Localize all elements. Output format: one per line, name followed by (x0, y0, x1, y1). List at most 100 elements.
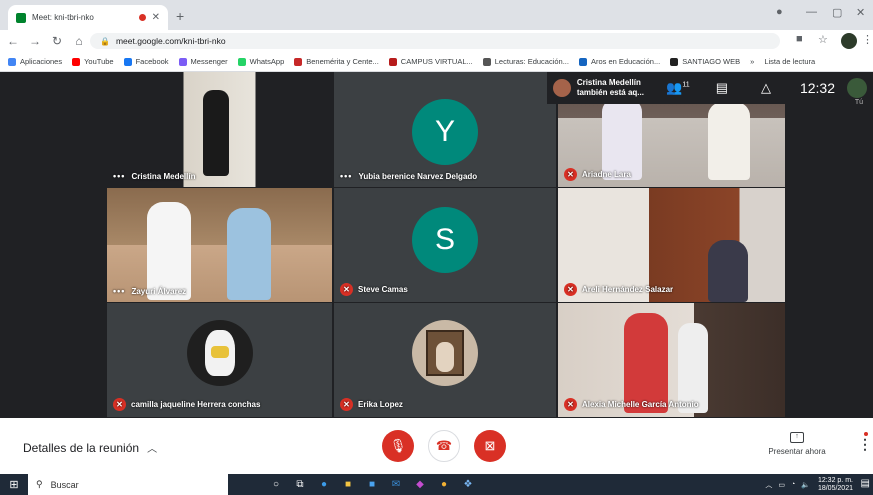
bookmark-star-icon[interactable]: ☆ (818, 33, 828, 46)
people-app-icon[interactable]: ❖ (456, 474, 480, 495)
chrome-icon[interactable]: ● (432, 474, 456, 495)
search-icon: ⚲ (36, 479, 43, 489)
back-icon[interactable]: ← (4, 34, 22, 48)
bookmark-item[interactable]: WhatsApp (237, 57, 284, 66)
bookmark-item[interactable]: Aplicaciones (8, 57, 62, 66)
file-explorer-icon[interactable]: ■ (336, 474, 360, 495)
close-tab-icon[interactable]: ✕ (152, 12, 160, 23)
participant-tile[interactable]: ••• Zayuri Álvarez (107, 188, 332, 302)
mic-off-icon: ✕ (564, 283, 577, 296)
mic-toggle-button[interactable]: 🎙 (382, 430, 414, 462)
bookmark-label: Aplicaciones (20, 57, 63, 66)
volume-icon[interactable]: 🔈 (801, 481, 810, 489)
taskbar-time: 12:32 p. m. (817, 476, 853, 484)
bookmark-favicon-icon (388, 57, 397, 66)
bookmark-label: Facebook (135, 57, 169, 66)
avatar (186, 320, 253, 387)
bookmark-favicon-icon (123, 57, 132, 66)
participant-tile[interactable]: ✕ camilla jaqueline Herrera conchas (107, 303, 332, 417)
lock-icon: 🔒 (100, 36, 110, 46)
close-window-icon[interactable]: ✕ (856, 6, 865, 19)
camera-indicator-icon[interactable]: ■ (796, 33, 803, 45)
taskbar-search[interactable]: ⚲ Buscar (28, 474, 228, 495)
bookmark-item[interactable]: Aros en Educación... (578, 57, 660, 66)
edge-icon[interactable]: ● (312, 474, 336, 495)
present-label: Presentar ahora (768, 447, 826, 456)
participant-name: Steve Camas (358, 285, 408, 294)
reload-icon[interactable]: ↻ (48, 34, 66, 48)
windows-start-icon[interactable]: ⊞ (0, 474, 28, 495)
bookmark-label: SANTIAGO WEB (682, 57, 741, 66)
bookmarks-bar: Aplicaciones YouTube Facebook Messenger What… (0, 52, 873, 72)
participant-name: Yubia berenice Narvez Delgado (358, 171, 478, 181)
chat-button[interactable]: ▤ (700, 80, 744, 96)
video-feed (107, 188, 332, 302)
avatar: S (412, 207, 478, 274)
address-bar[interactable]: 🔒 meet.google.com/kni-tbri-nko (90, 33, 780, 49)
forward-icon[interactable]: → (26, 34, 44, 48)
bookmark-favicon-icon (237, 57, 246, 66)
notifications-icon[interactable]: ▤ (861, 478, 870, 489)
bookmark-favicon-icon (578, 57, 587, 66)
browser-tab[interactable]: Meet: kni-tbri-nko ✕ (8, 5, 168, 30)
leave-call-button[interactable]: ☎ (428, 430, 460, 462)
speaking-icon: ••• (113, 171, 126, 181)
mail-icon[interactable]: ✉ (384, 474, 408, 495)
bookmark-item[interactable]: SANTIAGO WEB (670, 57, 740, 66)
taskbar-clock[interactable]: 12:32 p. m. 18/05/2021 (818, 477, 853, 493)
task-view-icon[interactable]: ⧉ (288, 474, 312, 495)
chevron-up-icon[interactable]: ︿ (765, 480, 772, 490)
bookmark-item[interactable]: Messenger (178, 57, 228, 66)
participant-name: Erika Lopez (358, 400, 403, 409)
participant-tile[interactable]: ✕ Areli Hernández Salazar (558, 188, 785, 302)
participants-button[interactable]: 👥11 (656, 80, 700, 96)
bookmark-item[interactable]: YouTube (72, 57, 114, 66)
participant-tile[interactable]: ✕ Alexia Michelle García Antonio (558, 303, 785, 417)
activities-button[interactable]: △ (744, 80, 788, 96)
browser-chrome: Meet: kni-tbri-nko ✕ + ● — ▢ ✕ ← → ↻ ⌂ 🔒… (0, 0, 873, 72)
store-icon[interactable]: ■ (360, 474, 384, 495)
camera-toggle-button[interactable]: ⊠ (474, 430, 506, 462)
meeting-details-button[interactable]: Detalles de la reunión ︿ (23, 440, 157, 456)
bookmarks-overflow-icon[interactable]: » (750, 57, 754, 66)
bookmark-favicon-icon (670, 57, 679, 66)
new-tab-icon[interactable]: + (176, 8, 184, 24)
bookmark-item[interactable]: Lecturas: Educación... (482, 57, 569, 66)
bookmark-label: YouTube (84, 57, 114, 66)
participant-tile[interactable]: Y ••• Yubia berenice Narvez Delgado (334, 72, 556, 187)
participant-name: Ariadne Lara (582, 170, 631, 179)
bookmark-item[interactable]: Benemérita y Cente... (294, 57, 379, 66)
browser-toolbar: ← → ↻ ⌂ 🔒 meet.google.com/kni-tbri-nko ■… (0, 30, 873, 52)
minimize-icon[interactable]: — (806, 6, 817, 18)
bookmark-label: Benemérita y Cente... (306, 57, 379, 66)
avatar[interactable] (841, 33, 857, 49)
participant-tile[interactable]: ••• Cristina Medellín (107, 72, 332, 187)
chat-icon: ▤ (715, 80, 729, 95)
battery-icon[interactable]: ▭ (778, 481, 785, 489)
speaking-icon: ••• (113, 286, 126, 296)
bookmark-item[interactable]: CAMPUS VIRTUAL... (388, 57, 473, 66)
recording-icon (138, 14, 146, 21)
bookmark-item[interactable]: Facebook (123, 57, 169, 66)
participant-tile[interactable]: S ✕ Steve Camas (334, 188, 556, 302)
reading-list-button[interactable]: Lista de lectura (764, 57, 815, 66)
home-icon[interactable]: ⌂ (70, 34, 88, 48)
mic-off-icon: ✕ (113, 398, 126, 411)
more-options-icon[interactable]: ⋮ (858, 436, 872, 453)
participants-count: 11 (682, 81, 690, 89)
meet-header: Cristina Medellín también está aq... 👥11… (546, 72, 873, 106)
avatar[interactable] (847, 78, 867, 98)
maximize-icon[interactable]: ▢ (832, 6, 842, 19)
profile-dot-icon[interactable]: ● (776, 6, 783, 18)
participant-tile[interactable]: ✕ Erika Lopez (334, 303, 556, 417)
self-label: Tú (854, 99, 863, 106)
menu-icon[interactable]: ⋮ (862, 33, 873, 46)
meet-clock: 12:32 (799, 80, 835, 96)
participant-name: camilla jaqueline Herrera conchas (131, 400, 261, 409)
bookmark-label: Messenger (190, 57, 228, 66)
search-placeholder: Buscar (50, 479, 79, 490)
wifi-icon[interactable]: ◔ (791, 481, 795, 488)
cortana-icon[interactable]: ○ (264, 474, 288, 495)
media-app-icon[interactable]: ◆ (408, 474, 432, 495)
present-now-button[interactable]: ↑ Presentar ahora (760, 432, 834, 456)
